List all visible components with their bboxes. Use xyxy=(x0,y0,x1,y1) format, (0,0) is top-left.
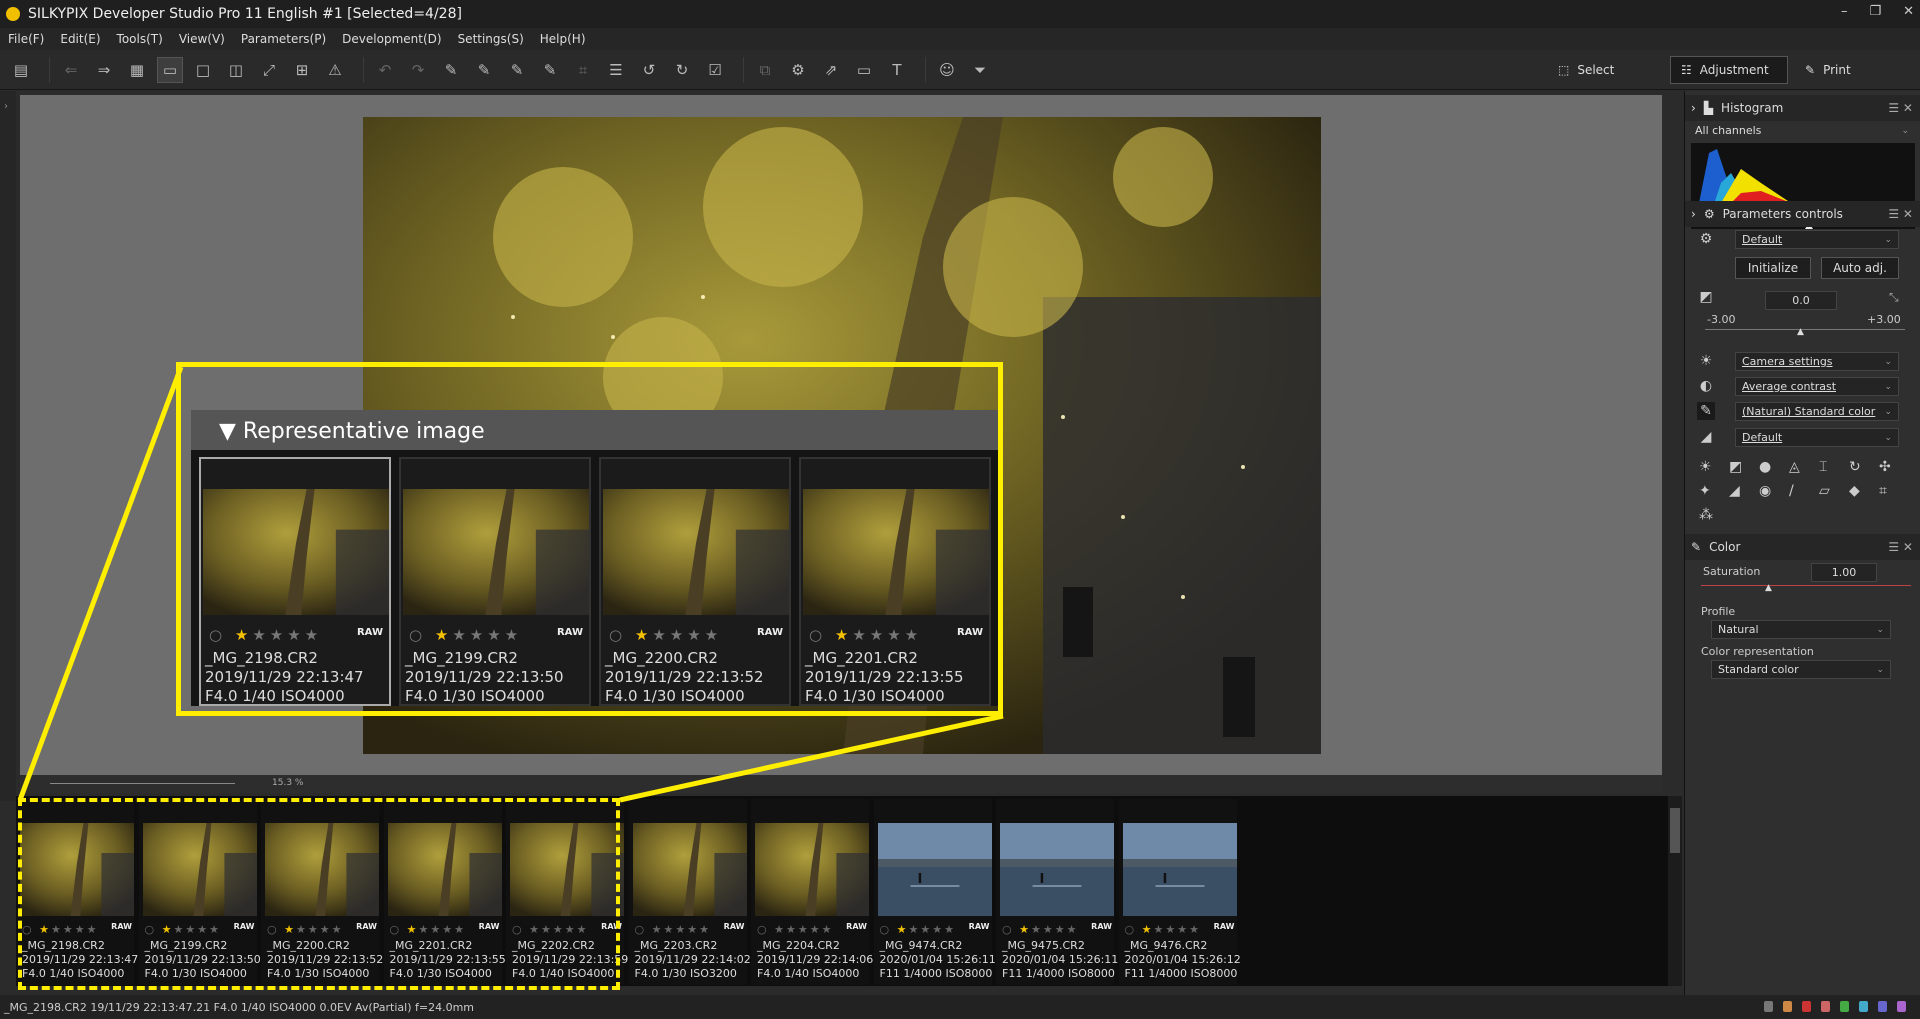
eye-tool-icon[interactable]: ◉ xyxy=(1759,483,1789,499)
auto-adjust-button[interactable]: Auto adj. xyxy=(1821,257,1899,279)
mask-tool-icon[interactable]: ◆ xyxy=(1849,483,1879,499)
crop-icon[interactable]: ⌗ xyxy=(1879,483,1909,499)
chevron-down-icon: ⌄ xyxy=(1884,356,1892,367)
lens-tool-icon[interactable]: ⌶ xyxy=(1819,459,1849,475)
status-bar: _MG_2198.CR2 19/11/29 22:13:47.21 F4.0 1… xyxy=(0,995,1920,1019)
white-balance-select[interactable]: Camera settings ⌄ xyxy=(1735,352,1899,371)
exposure-slider[interactable] xyxy=(1705,329,1905,330)
exposure-min-label: -3.00 xyxy=(1707,313,1736,326)
callout-frame xyxy=(176,362,1003,716)
histogram-icon: ▙ xyxy=(1703,101,1714,115)
color-header[interactable]: ✎ Color ☰ ✕ xyxy=(1685,534,1920,560)
sphere-tool-icon[interactable]: ● xyxy=(1759,459,1789,475)
preset-select[interactable]: Default ⌄ xyxy=(1735,230,1899,249)
saturation-slider[interactable] xyxy=(1701,585,1911,586)
sharpness-select[interactable]: Default ⌄ xyxy=(1735,428,1899,447)
chevron-down-icon: ⌄ xyxy=(1884,234,1892,245)
chevron-down-icon: ⌄ xyxy=(1884,432,1892,443)
eraser-tool-icon[interactable]: ▱ xyxy=(1819,483,1849,499)
exposure-value[interactable]: 0.0 xyxy=(1765,291,1837,310)
label-blue-icon[interactable] xyxy=(1878,1001,1887,1012)
profile-select[interactable]: Natural ⌄ xyxy=(1711,620,1891,639)
exposure-max-label: +3.00 xyxy=(1867,313,1901,326)
collapse-arrow-icon[interactable]: › xyxy=(1691,207,1696,221)
saturation-slider-handle[interactable]: ▲ xyxy=(1765,583,1772,593)
fx-tool-icon[interactable]: ✣ xyxy=(1879,459,1909,475)
color-representation-label: Color representation xyxy=(1701,645,1814,658)
gears-icon: ⚙ xyxy=(1703,207,1715,221)
saturation-value[interactable]: 1.00 xyxy=(1811,563,1877,582)
color-style-select[interactable]: (Natural) Standard color ⌄ xyxy=(1735,402,1899,421)
exposure-slider-handle[interactable]: ▲ xyxy=(1797,327,1804,337)
rotate-tool-icon[interactable]: ↻ xyxy=(1849,459,1879,475)
label-red-icon[interactable] xyxy=(1802,1001,1811,1012)
label-green-icon[interactable] xyxy=(1840,1001,1849,1012)
curve-tool-icon[interactable]: ◩ xyxy=(1729,459,1759,475)
label-gray-icon[interactable] xyxy=(1764,1001,1773,1012)
adjustment-tools: ☀ ◩ ● ◬ ⌶ ↻ ✣ ✦ ◢ ◉ / ▱ ◆ ⌗ ⁂ xyxy=(1699,459,1920,523)
label-cyan-icon[interactable] xyxy=(1859,1001,1868,1012)
label-pink-icon[interactable] xyxy=(1821,1001,1830,1012)
right-panel: › ▙ Histogram ☰ ✕ All channels ⌄ › ⚙ Para… xyxy=(1684,91,1920,995)
spot-removal-icon[interactable]: ⁂ xyxy=(1699,507,1729,523)
gradient-tool-icon[interactable]: ◢ xyxy=(1729,483,1759,499)
noise-tool-icon[interactable]: ✦ xyxy=(1699,483,1729,499)
color-style-icon: ✎ xyxy=(1697,402,1715,420)
exposure-icon: ◩ xyxy=(1699,289,1713,305)
white-balance-icon: ☀ xyxy=(1699,353,1713,369)
selection-highlight xyxy=(18,798,620,990)
panel-close-icon[interactable]: ☰ ✕ xyxy=(1888,101,1913,115)
tone-select[interactable]: Average contrast ⌄ xyxy=(1735,377,1899,396)
profile-label: Profile xyxy=(1701,605,1736,618)
chevron-down-icon: ⌄ xyxy=(1884,406,1892,417)
preset-gear-icon: ⚙ xyxy=(1699,231,1713,247)
parameters-header[interactable]: › ⚙ Parameters controls ☰ ✕ xyxy=(1685,201,1920,227)
chevron-down-icon: ⌄ xyxy=(1901,125,1909,136)
panel-close-icon[interactable]: ☰ ✕ xyxy=(1888,207,1913,221)
histogram-header[interactable]: › ▙ Histogram ☰ ✕ xyxy=(1685,95,1920,121)
tone-icon: ◐ xyxy=(1699,378,1713,394)
chevron-down-icon: ⌄ xyxy=(1876,664,1884,675)
fit-icon[interactable]: ⤡ xyxy=(1889,290,1899,305)
initialize-button[interactable]: Initialize xyxy=(1735,257,1811,279)
chevron-down-icon: ⌄ xyxy=(1876,624,1884,635)
brush-icon: ✎ xyxy=(1691,540,1702,554)
chevron-down-icon: ⌄ xyxy=(1884,381,1892,392)
wb-tool-icon[interactable]: ☀ xyxy=(1699,459,1729,475)
panel-close-icon[interactable]: ☰ ✕ xyxy=(1888,540,1913,554)
label-purple-icon[interactable] xyxy=(1897,1001,1906,1012)
brush-tool-icon[interactable]: / xyxy=(1789,483,1819,499)
histogram-channel-select[interactable]: All channels ⌄ xyxy=(1689,121,1915,140)
label-orange-icon[interactable] xyxy=(1783,1001,1792,1012)
sharp-tool-icon[interactable]: ◬ xyxy=(1789,459,1819,475)
collapse-arrow-icon[interactable]: › xyxy=(1691,101,1696,115)
color-representation-select[interactable]: Standard color ⌄ xyxy=(1711,660,1891,679)
status-text: _MG_2198.CR2 19/11/29 22:13:47.21 F4.0 1… xyxy=(4,1000,475,1014)
sharpness-icon: ◢ xyxy=(1700,429,1712,445)
saturation-label: Saturation xyxy=(1703,565,1761,578)
